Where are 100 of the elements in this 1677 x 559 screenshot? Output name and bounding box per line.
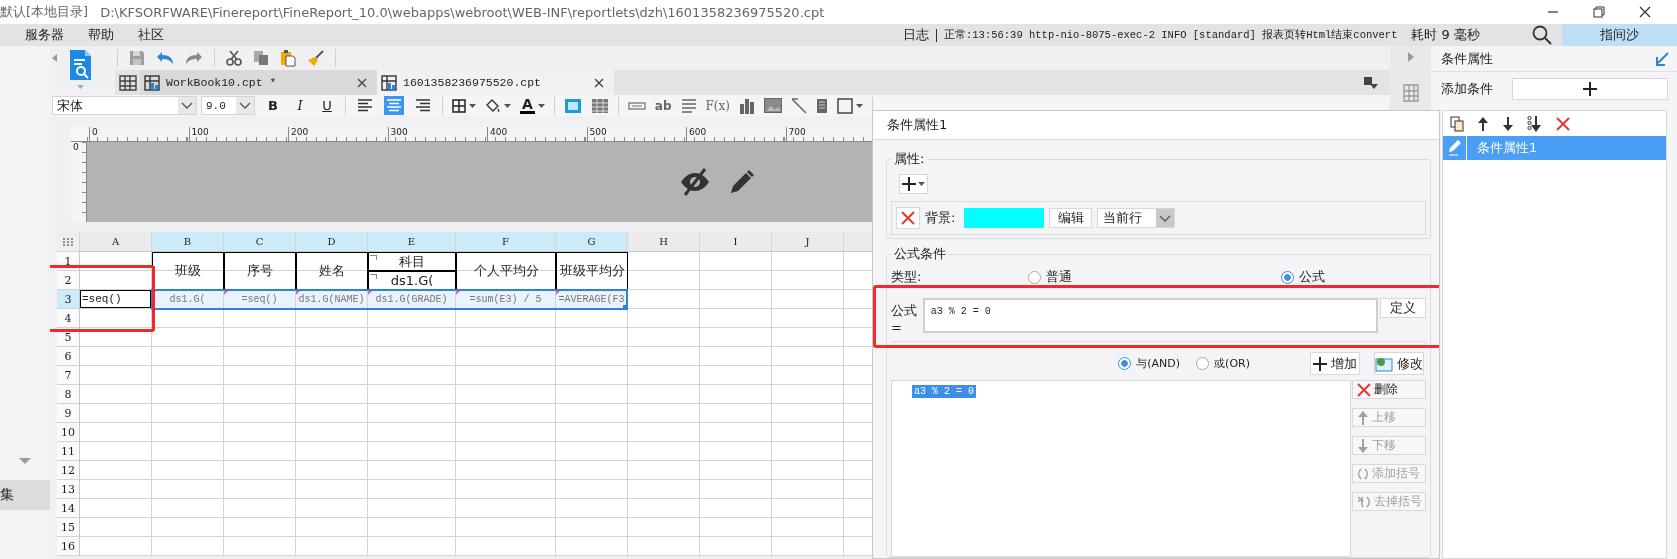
new-tab-icon[interactable] — [118, 74, 137, 91]
close-icon[interactable] — [357, 77, 367, 88]
move-to-bottom-icon[interactable] — [1527, 115, 1543, 132]
brush-icon[interactable] — [307, 49, 324, 67]
font-color-button[interactable]: A — [520, 97, 545, 114]
column-header[interactable]: J — [772, 232, 844, 252]
row-header[interactable]: 15 — [57, 518, 80, 537]
image-icon[interactable] — [764, 98, 782, 113]
ruler-label: 500 — [586, 127, 686, 141]
add-attribute-button[interactable] — [899, 174, 928, 194]
menu-item[interactable]: 社区 — [126, 26, 176, 44]
row-header[interactable]: 16 — [57, 537, 80, 556]
diagonal-line-icon[interactable] — [791, 97, 807, 114]
row-header[interactable]: 11 — [57, 442, 80, 461]
file-tab[interactable]: 1601358236975520.cpt — [377, 70, 614, 95]
copy-icon[interactable] — [253, 50, 269, 66]
cell-format-icon[interactable] — [563, 97, 582, 114]
tab-menu-icon[interactable] — [1364, 76, 1378, 89]
copy-icon[interactable] — [1450, 115, 1464, 132]
radio-button[interactable] — [1028, 270, 1041, 284]
column-header[interactable]: F — [456, 232, 556, 252]
column-header[interactable]: E — [368, 232, 456, 252]
column-header[interactable]: A — [80, 232, 152, 252]
column-header[interactable]: G — [556, 232, 628, 252]
bold-button[interactable]: B — [264, 98, 282, 113]
row-header[interactable]: 12 — [57, 461, 80, 480]
panel-tab[interactable]: 集 — [0, 480, 50, 510]
arrow-up-icon[interactable] — [1477, 116, 1489, 131]
close-icon[interactable] — [1639, 6, 1651, 18]
edit-button[interactable]: 编辑 — [1049, 208, 1093, 228]
radio-button[interactable] — [1196, 357, 1210, 370]
table-icon[interactable] — [590, 97, 609, 114]
document-icon[interactable] — [816, 97, 828, 114]
file-path: D:\KFSORFWARE\Finereport\FineReport_10.0\webapps\webroot\WEB-INF\reportlets\dzh\1601358236975520.cpt — [100, 4, 825, 20]
row-header[interactable]: 14 — [57, 499, 80, 518]
row-header[interactable]: 13 — [57, 480, 80, 499]
edit-icon — [1375, 355, 1393, 372]
field-icon[interactable] — [627, 101, 646, 110]
add-button[interactable]: 增加 — [1310, 352, 1360, 375]
restore-icon[interactable] — [1593, 6, 1605, 18]
column-header[interactable]: C — [224, 232, 296, 252]
log-label[interactable]: 日志 — [903, 26, 929, 44]
menu-item[interactable]: 服务器 — [13, 26, 76, 44]
font-select[interactable]: 宋体 — [52, 96, 197, 115]
collapse-arrow-icon[interactable] — [52, 54, 57, 62]
collapse-arrow-icon[interactable] — [19, 458, 31, 464]
text-lines-icon[interactable] — [680, 98, 697, 113]
row-header[interactable]: 10 — [57, 423, 80, 442]
cell-properties-icon[interactable] — [1402, 84, 1419, 102]
select-all-icon[interactable] — [62, 236, 74, 247]
color-swatch[interactable] — [964, 208, 1045, 228]
fill-color-button[interactable] — [485, 97, 511, 114]
borders-button[interactable] — [452, 98, 476, 113]
plus-icon — [902, 177, 916, 191]
column-header[interactable]: I — [700, 232, 772, 252]
menu-item[interactable]: 帮助 — [76, 26, 126, 44]
pencil-icon[interactable] — [729, 169, 755, 195]
row-header[interactable]: 7 — [57, 366, 80, 385]
expand-arrow-icon[interactable] — [1407, 52, 1414, 62]
formula-field[interactable]: a3 % 2 = 0 — [922, 298, 1379, 333]
cut-icon[interactable] — [226, 50, 242, 66]
dock-arrow-icon[interactable] — [1655, 51, 1669, 66]
define-button[interactable]: 定义 — [1380, 298, 1426, 318]
arrow-down-icon[interactable] — [1502, 116, 1514, 131]
column-header[interactable]: B — [152, 232, 224, 252]
close-icon[interactable] — [594, 77, 604, 88]
redo-icon[interactable] — [185, 51, 203, 65]
user-button[interactable]: 指间沙 — [1562, 24, 1677, 46]
table-cell: 班级平均分 — [556, 252, 628, 290]
row-header[interactable]: 8 — [57, 385, 80, 404]
column-header[interactable]: D — [296, 232, 368, 252]
frame-button[interactable] — [837, 97, 863, 114]
search-icon[interactable] — [1532, 25, 1552, 45]
align-center-button[interactable] — [384, 96, 404, 115]
row-header[interactable]: 3 — [57, 290, 80, 309]
bar-chart-icon[interactable] — [739, 97, 755, 114]
paste-icon[interactable] — [280, 49, 296, 67]
remove-brackets-icon — [1357, 495, 1371, 508]
underline-button[interactable]: U — [318, 98, 336, 113]
hidden-eye-icon[interactable] — [679, 168, 711, 196]
italic-button[interactable]: I — [291, 98, 309, 113]
radio-button[interactable] — [1118, 357, 1132, 370]
formula-tool-button[interactable]: F(x) — [705, 98, 730, 113]
delete-button[interactable]: 删除 — [1352, 380, 1426, 399]
radio-button[interactable] — [1281, 270, 1294, 284]
undo-icon[interactable] — [156, 51, 174, 65]
text-tool-button[interactable]: ab — [654, 98, 672, 113]
row-header[interactable]: 6 — [57, 347, 80, 366]
save-icon[interactable] — [129, 50, 145, 66]
file-tab[interactable]: WorkBook10.cpt * — [140, 70, 377, 95]
delete-icon[interactable] — [1556, 116, 1570, 131]
column-header[interactable]: H — [628, 232, 700, 252]
font-size-select[interactable]: 9.0 — [201, 96, 255, 115]
scope-select[interactable]: 当前行 — [1097, 208, 1176, 228]
modify-button[interactable]: 修改 — [1374, 352, 1424, 375]
row-header[interactable]: 2 — [57, 271, 80, 290]
row-header[interactable]: 4 — [57, 309, 80, 328]
row-header[interactable]: 9 — [57, 404, 80, 423]
new-report-button[interactable] — [67, 49, 93, 89]
caret-icon — [469, 103, 476, 108]
